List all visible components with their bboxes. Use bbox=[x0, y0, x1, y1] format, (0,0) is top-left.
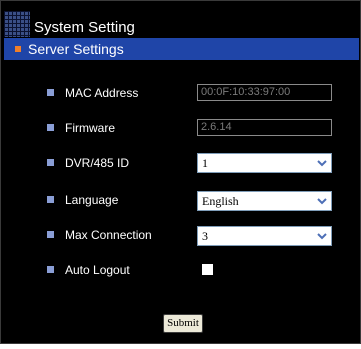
section-title: Server Settings bbox=[28, 41, 124, 57]
window-title: System Setting bbox=[34, 19, 135, 36]
auto-logout-bullet-icon bbox=[47, 266, 54, 273]
mac-address-field: 00:0F:10:33:97:00 bbox=[197, 84, 332, 101]
grid-icon bbox=[4, 11, 30, 37]
chevron-down-icon[interactable] bbox=[314, 228, 330, 244]
section-bullet-icon bbox=[15, 46, 21, 52]
mac-address-bullet-icon bbox=[47, 89, 54, 96]
submit-button[interactable]: Submit bbox=[163, 314, 203, 333]
firmware-field: 2.6.14 bbox=[197, 119, 332, 136]
dvr-485-id-label: DVR/485 ID bbox=[65, 156, 130, 170]
chevron-down-icon[interactable] bbox=[314, 193, 330, 209]
max-connection-label: Max Connection bbox=[65, 228, 152, 242]
firmware-bullet-icon bbox=[47, 124, 54, 131]
firmware-label: Firmware bbox=[65, 121, 115, 135]
max-connection-select[interactable]: 3 bbox=[197, 226, 332, 246]
section-header: Server Settings bbox=[4, 38, 359, 60]
dvr-485-id-select[interactable]: 1 bbox=[197, 153, 332, 173]
max-connection-bullet-icon bbox=[47, 231, 54, 238]
dvr-485-id-value: 1 bbox=[202, 156, 208, 170]
max-connection-value: 3 bbox=[202, 229, 208, 243]
auto-logout-label: Auto Logout bbox=[65, 263, 130, 277]
chevron-down-icon[interactable] bbox=[314, 155, 330, 171]
dvr-485-id-bullet-icon bbox=[47, 159, 54, 166]
language-select[interactable]: English bbox=[197, 191, 332, 211]
settings-panel: System Setting Server Settings MAC Addre… bbox=[0, 0, 361, 344]
language-bullet-icon bbox=[47, 196, 54, 203]
mac-address-label: MAC Address bbox=[65, 86, 139, 100]
auto-logout-checkbox[interactable] bbox=[202, 264, 213, 275]
language-label: Language bbox=[65, 193, 119, 207]
language-value: English bbox=[202, 194, 239, 208]
